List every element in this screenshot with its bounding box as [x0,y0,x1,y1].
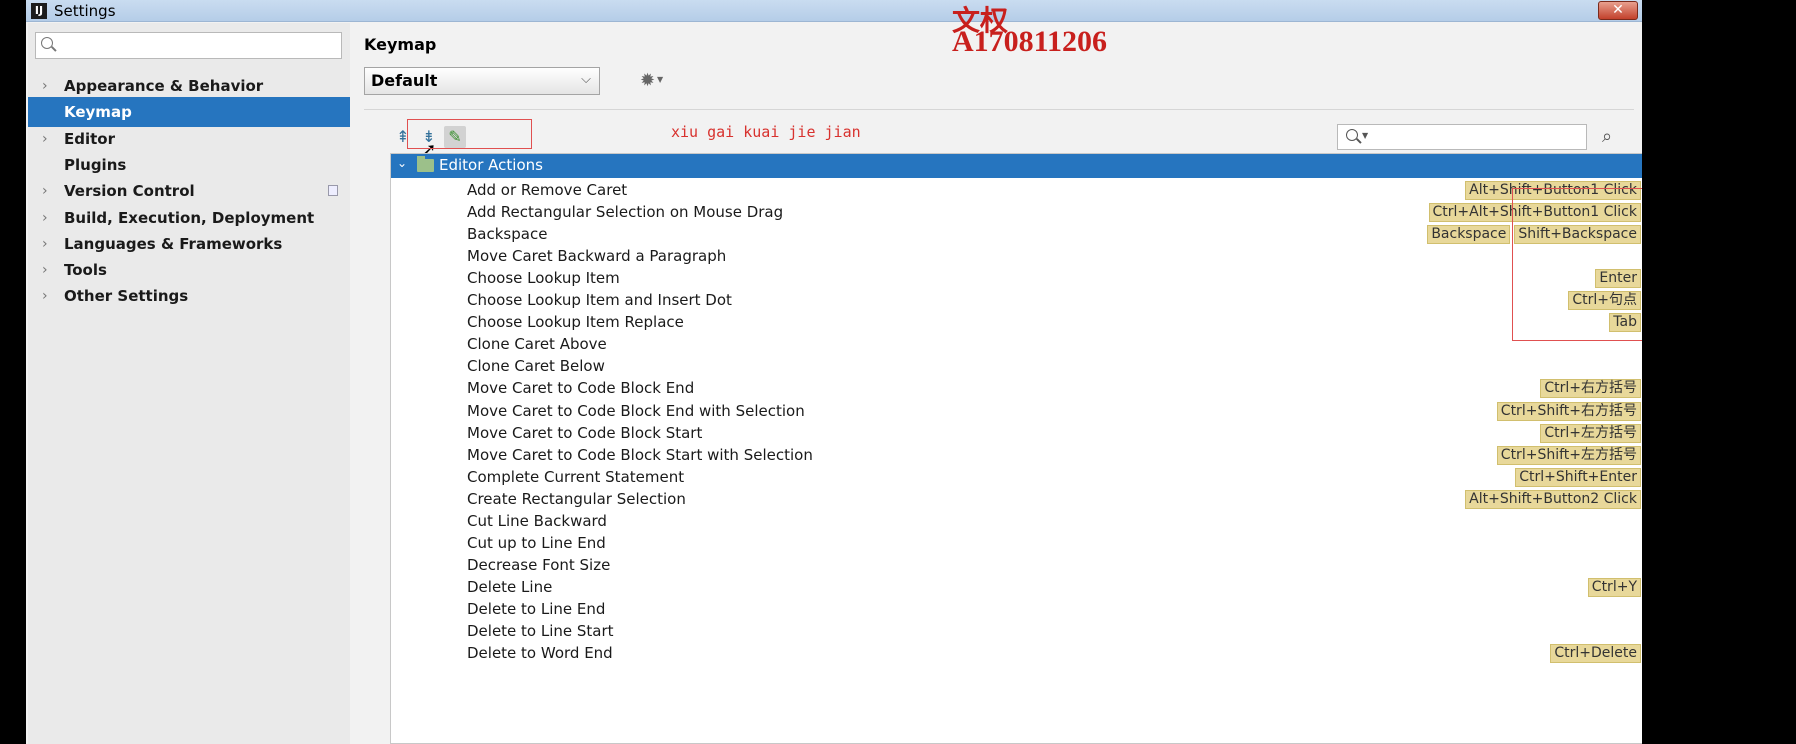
shortcut-badge: Ctrl+Alt+Shift+Button1 Click [1428,203,1641,223]
shortcut-list: Ctrl+句点 [1568,291,1641,311]
action-name: Move Caret to Code Block Start with Sele… [467,445,813,464]
shortcut-list: Ctrl+Delete [1550,644,1641,664]
action-name: Cut Line Backward [467,511,607,530]
action-name: Delete Line [467,577,553,596]
action-name: Backspace [467,225,548,244]
annotation-box [407,119,532,149]
settings-window: IJ Settings ✕ › Appearance & Behavior Keym… [26,0,1751,744]
action-name: Move Caret Backward a Paragraph [467,247,727,266]
shortcut-list: Ctrl+左方括号 [1540,423,1641,443]
action-name: Cut up to Line End [467,533,606,552]
shortcut-badge: Ctrl+Shift+右方括号 [1496,401,1641,421]
chevron-right-icon[interactable]: › [42,281,48,311]
shortcut-badge: Ctrl+左方括号 [1540,423,1641,443]
divider [364,109,1634,110]
shortcut-list: Ctrl+右方括号 [1540,379,1641,399]
action-row[interactable]: Delete to Word End Ctrl+Delete [391,641,1651,666]
shortcut-badge: Alt+Shift+Button2 Click [1465,489,1641,509]
shortcut-list: Ctrl+Y [1587,577,1641,597]
action-name: Choose Lookup Item [467,269,620,288]
action-name: Clone Caret Above [467,335,607,354]
sidebar-item-label: Other Settings [64,287,189,306]
action-name: Delete to Word End [467,644,613,663]
action-name: Move Caret to Code Block End with Select… [467,401,805,420]
shortcut-badge: Tab [1609,313,1641,333]
sidebar-item-other-settings[interactable]: › Other Settings [28,281,350,311]
filter-search-input[interactable]: ▼ [1337,124,1587,150]
shortcut-badge: Alt+Shift+Button1 Click [1465,181,1641,200]
search-icon [41,37,53,49]
shortcut-list: Backspace Shift+Backspace [1427,225,1641,245]
action-name: Choose Lookup Item and Insert Dot [467,291,732,310]
title-bar: IJ Settings ✕ [26,0,1642,22]
shortcut-list: Alt+Shift+Button1 Click [1465,181,1641,200]
shortcut-badge: Enter [1595,269,1641,289]
annotation-text: xiu gai kuai jie jian [671,123,861,141]
app-icon: IJ [31,3,47,19]
folder-icon [417,156,434,172]
action-name: Create Rectangular Selection [467,489,686,508]
action-name: Clone Caret Below [467,357,605,376]
shortcut-badge: Ctrl+Y [1587,577,1641,597]
dropdown-arrow-icon: ▼ [657,75,664,84]
shortcut-badge: Ctrl+右方括号 [1540,379,1641,399]
action-name: Move Caret to Code Block End [467,379,695,398]
keymap-panel: 文权 A170811206 Keymap Default ⌵ ✹ ▼ ⇞ ⇟ ✎… [352,4,1751,744]
shortcut-list: Ctrl+Shift+右方括号 [1496,401,1641,421]
dropdown-arrow-icon: ▼ [1362,131,1369,140]
search-icon [1346,129,1358,141]
shortcut-badge: Ctrl+Shift+左方括号 [1496,445,1641,465]
keymap-scheme-value: Default [371,71,438,90]
window-title: Settings [54,2,116,20]
action-name: Move Caret to Code Block Start [467,423,703,442]
action-name: Add Rectangular Selection on Mouse Drag [467,203,784,222]
keymap-scheme-select[interactable]: Default ⌵ [364,67,600,95]
shortcut-badge: Ctrl+Shift+Enter [1515,467,1641,487]
tree-root-label: Editor Actions [439,156,543,174]
action-name: Complete Current Statement [467,467,685,486]
action-name: Delete to Line Start [467,622,614,640]
settings-search-input[interactable] [35,32,342,59]
shortcut-list: Ctrl+Shift+左方括号 [1496,445,1641,465]
project-scope-icon [328,185,338,197]
chevron-down-icon: ⌵ [581,72,591,87]
shortcut-badge: Ctrl+句点 [1568,291,1641,311]
shortcut-badge: Backspace [1427,225,1511,245]
settings-sidebar: › Appearance & Behavior Keymap › Editor Plugi… [28,23,350,744]
action-name: Add or Remove Caret [467,181,628,199]
action-name: Decrease Font Size [467,555,611,574]
shortcut-list: Enter [1595,269,1641,289]
action-name: Delete to Line End [467,599,606,618]
shortcut-badge: Shift+Backspace [1514,225,1641,245]
gear-icon[interactable]: ✹ [640,70,655,91]
watermark-id: A170811206 [952,25,1108,58]
close-button[interactable]: ✕ [1598,1,1638,20]
shortcut-list: Ctrl+Shift+Enter [1515,467,1641,487]
shortcut-list: Tab [1609,313,1641,333]
shortcut-badge: Ctrl+Delete [1550,644,1641,664]
page-title: Keymap [364,35,437,54]
shortcut-list: Alt+Shift+Button2 Click [1465,489,1641,509]
shortcut-list: Ctrl+Alt+Shift+Button1 Click [1428,203,1641,223]
chevron-down-icon: ⌄ [397,156,408,170]
find-by-shortcut-icon[interactable]: ⌕ [1602,126,1612,147]
action-name: Choose Lookup Item Replace [467,313,684,332]
tree-root-editor-actions[interactable]: ⌄ Editor Actions [391,154,1656,178]
background-area [1642,0,1796,744]
actions-tree: ⌄ Editor Actions Add or Remove Caret Alt+… [390,153,1657,744]
